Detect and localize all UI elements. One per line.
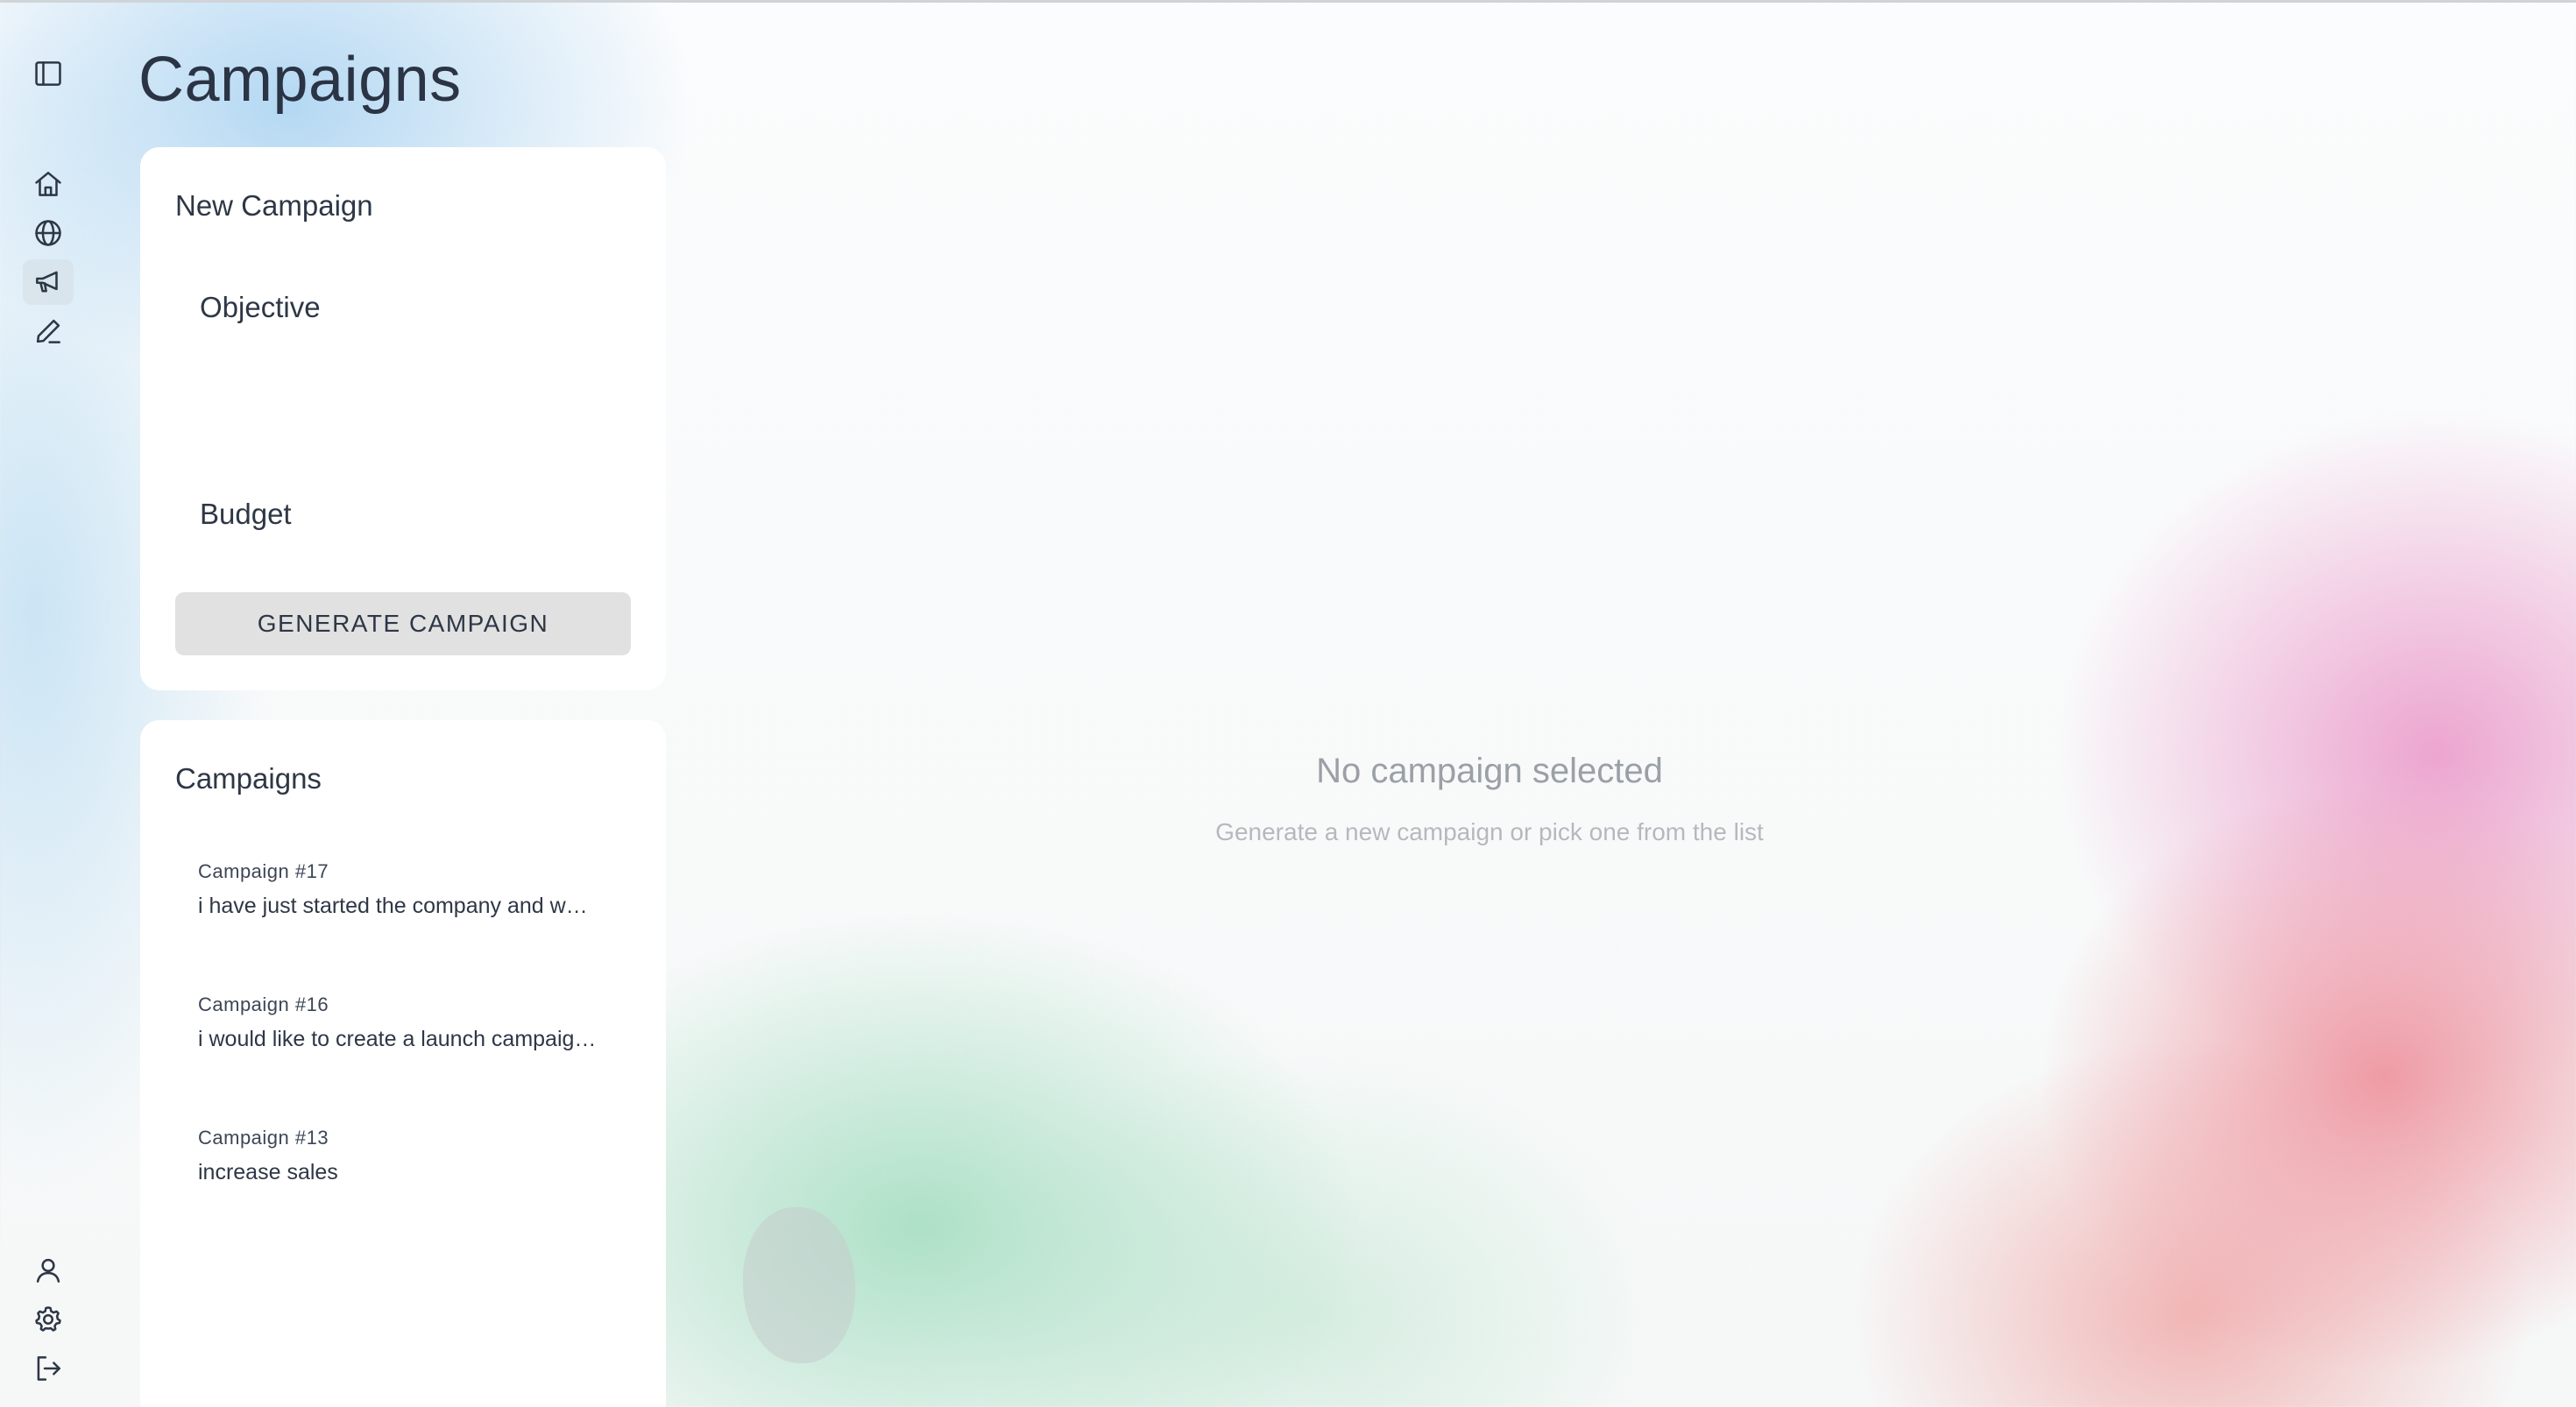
objective-field[interactable]: Objective	[200, 291, 321, 324]
background-decoration	[743, 1207, 855, 1363]
list-item[interactable]: Campaign #17 i have just started the com…	[198, 860, 610, 919]
campaigns-card: Campaigns Campaign #17 i have just start…	[140, 720, 666, 1407]
page-title: Campaigns	[138, 45, 462, 115]
window-top-border	[0, 0, 2576, 3]
campaign-description: increase sales	[198, 1160, 338, 1184]
new-campaign-card: New Campaign Objective Budget GENERATE C…	[140, 147, 666, 690]
campaign-name: Campaign #16	[198, 993, 329, 1015]
list-item[interactable]: Campaign #16 i would like to create a la…	[198, 993, 610, 1052]
pen-icon[interactable]	[23, 308, 74, 354]
generate-campaign-button[interactable]: GENERATE CAMPAIGN	[175, 592, 631, 655]
sidebar	[0, 0, 96, 1407]
megaphone-icon[interactable]	[23, 259, 74, 305]
budget-field[interactable]: Budget	[200, 498, 292, 531]
user-icon[interactable]	[23, 1248, 74, 1293]
new-campaign-title: New Campaign	[175, 189, 373, 222]
campaign-name: Campaign #17	[198, 860, 329, 882]
campaigns-list-title: Campaigns	[175, 762, 322, 795]
logout-icon[interactable]	[23, 1346, 74, 1391]
campaign-description: i would like to create a launch campaig…	[198, 1027, 597, 1051]
campaign-name: Campaign #13	[198, 1127, 329, 1149]
empty-state-subtitle: Generate a new campaign or pick one from…	[1215, 818, 1764, 845]
home-icon[interactable]	[23, 161, 74, 207]
campaign-description: i have just started the company and w…	[198, 894, 588, 918]
globe-icon[interactable]	[23, 210, 74, 256]
sidebar-toggle-icon[interactable]	[23, 51, 74, 96]
empty-state-title: No campaign selected	[1316, 752, 1663, 790]
gear-icon[interactable]	[23, 1297, 74, 1342]
list-item[interactable]: Campaign #13 increase sales	[198, 1127, 610, 1185]
